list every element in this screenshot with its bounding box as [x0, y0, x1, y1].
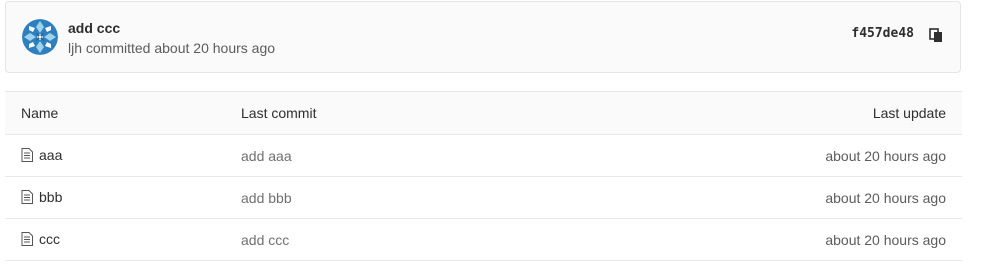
file-name-cell: ccc — [5, 218, 225, 261]
last-update-time: about 20 hours ago — [825, 231, 946, 248]
file-name-cell: aaa — [5, 134, 225, 177]
last-update-time: about 20 hours ago — [825, 189, 946, 206]
file-tree-table: Name Last commit Last update aaa add aaa… — [5, 91, 962, 261]
copy-icon — [929, 27, 942, 42]
commit-message-link[interactable]: add aaa — [241, 148, 292, 164]
file-name-cell: bbb — [5, 176, 225, 219]
file-name: bbb — [39, 188, 63, 205]
last-update-cell: about 20 hours ago — [529, 218, 962, 261]
last-commit-cell: add aaa — [225, 134, 530, 177]
commit-meta: ljh committed about 20 hours ago — [68, 40, 276, 56]
last-commit-cell: add ccc — [225, 218, 530, 261]
column-header-last-update: Last update — [529, 91, 962, 135]
file-text-icon — [21, 231, 33, 246]
copy-sha-button[interactable] — [926, 25, 946, 45]
column-header-name: Name — [5, 91, 225, 135]
commit-message-link[interactable]: add bbb — [241, 190, 292, 206]
table-row: ccc add ccc about 20 hours ago — [5, 218, 962, 261]
last-commit-cell: add bbb — [225, 176, 530, 219]
file-link[interactable]: bbb — [21, 189, 62, 205]
table-row: aaa add aaa about 20 hours ago — [5, 134, 962, 177]
last-commit-panel: add ccc ljh committed about 20 hours ago… — [5, 1, 961, 73]
last-update-cell: about 20 hours ago — [529, 134, 962, 177]
commit-title[interactable]: add ccc — [68, 20, 120, 36]
table-row: bbb add bbb about 20 hours ago — [5, 176, 962, 219]
file-text-icon — [21, 147, 33, 162]
avatar[interactable] — [22, 19, 58, 55]
file-link[interactable]: aaa — [21, 147, 62, 163]
table-header-row: Name Last commit Last update — [5, 91, 962, 135]
identicon-icon — [22, 19, 58, 55]
last-update-cell: about 20 hours ago — [529, 176, 962, 219]
last-update-time: about 20 hours ago — [825, 147, 946, 164]
file-name: ccc — [39, 230, 60, 247]
file-text-icon — [21, 189, 33, 204]
commit-sha[interactable]: f457de48 — [851, 26, 914, 41]
file-link[interactable]: ccc — [21, 231, 60, 247]
file-name: aaa — [39, 146, 63, 163]
column-header-last-commit: Last commit — [225, 91, 530, 135]
commit-message-link[interactable]: add ccc — [241, 232, 289, 248]
